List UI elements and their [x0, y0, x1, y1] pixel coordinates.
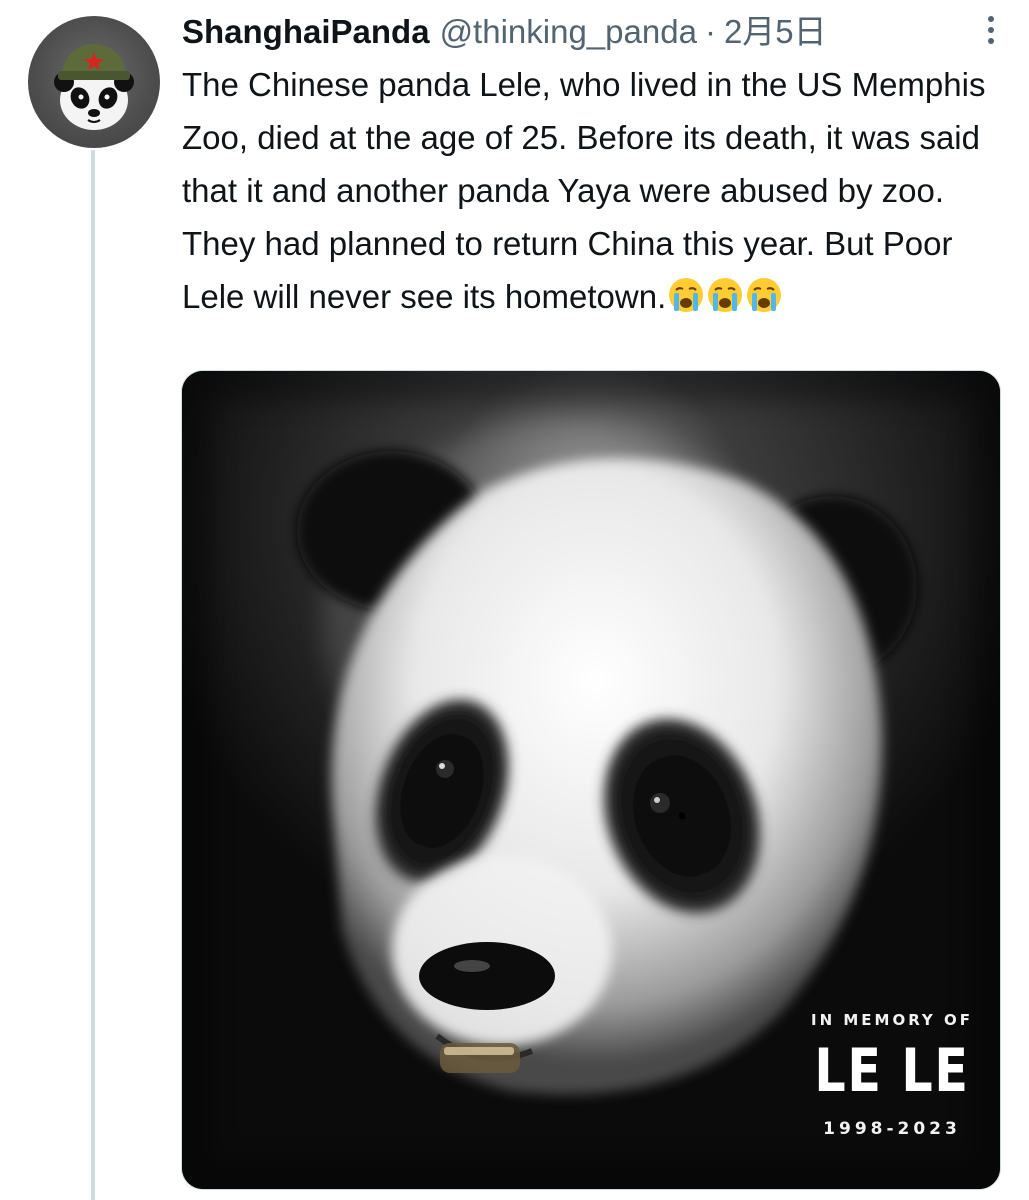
display-name[interactable]: ShanghaiPanda: [182, 12, 430, 52]
loudly-crying-face-icon: [669, 278, 704, 312]
memorial-years: 1998-2023: [823, 1119, 961, 1139]
thread-line: [91, 150, 95, 1200]
tweet-paragraph-2: They had planned to return China this ye…: [182, 217, 1012, 323]
tweet-paragraph-2-text: They had planned to return China this ye…: [182, 225, 953, 315]
tweet-header: ShanghaiPanda @thinking_panda · 2月5日: [182, 8, 962, 56]
loudly-crying-face-icon: [747, 278, 782, 312]
user-handle[interactable]: @thinking_panda: [440, 12, 697, 52]
memorial-heading: IN MEMORY OF: [810, 1011, 974, 1029]
more-options-button[interactable]: [969, 12, 1013, 48]
timestamp[interactable]: 2月5日: [724, 12, 827, 52]
tweet-media-image[interactable]: IN MEMORY OF LE LE 1998-2023: [181, 370, 1001, 1190]
more-dots-icon: [988, 16, 994, 44]
loudly-crying-face-icon: [708, 278, 743, 312]
separator-dot: ·: [704, 13, 716, 50]
memorial-name: LE LE: [814, 1036, 970, 1106]
tweet-text: The Chinese panda Lele, who lived in the…: [182, 58, 1012, 323]
panda-avatar-icon: [54, 44, 134, 130]
tweet-paragraph-1: The Chinese panda Lele, who lived in the…: [182, 66, 986, 209]
tweet[interactable]: ShanghaiPanda @thinking_panda · 2月5日 The…: [0, 0, 1029, 1200]
avatar[interactable]: [28, 16, 160, 148]
